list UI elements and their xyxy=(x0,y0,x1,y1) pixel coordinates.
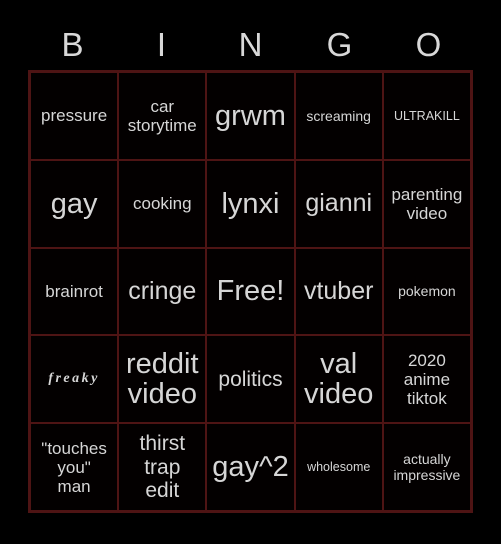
bingo-cell-label: screaming xyxy=(306,107,371,124)
bingo-header: B I N G O xyxy=(28,22,473,68)
bingo-cell[interactable]: pressure xyxy=(30,72,119,160)
bingo-cell-label: wholesome xyxy=(307,459,371,474)
bingo-cell-label: lynxi xyxy=(221,187,280,220)
bingo-cell-label: car storytime xyxy=(127,96,197,135)
bingo-cell[interactable]: gianni xyxy=(294,159,383,248)
bingo-cell-label: cringe xyxy=(128,277,197,306)
bingo-cell-label: pokemon xyxy=(398,283,456,300)
bingo-cell-label: freaky xyxy=(48,371,100,387)
bingo-card: B I N G O pressure car storytime grwm scream… xyxy=(0,0,501,544)
bingo-cell-label: grwm xyxy=(215,99,286,132)
bingo-cell-label: ULTRAKILL xyxy=(394,108,460,123)
header-letter-o: O xyxy=(415,26,442,63)
bingo-cell-label: cooking xyxy=(132,194,192,214)
bingo-cell[interactable]: 2020 anime tiktok xyxy=(382,335,471,424)
bingo-cell-label: vtuber xyxy=(303,277,374,306)
bingo-cell[interactable]: Free! xyxy=(206,247,295,336)
bingo-cell[interactable]: gay xyxy=(30,159,119,248)
bingo-cell-label: reddit video xyxy=(126,348,199,411)
bingo-cell-label: gay^2 xyxy=(212,451,289,484)
bingo-cell[interactable]: thirst trap edit xyxy=(118,423,207,511)
bingo-grid: pressure car storytime grwm screaming ULTRAKI… xyxy=(28,70,473,513)
bingo-cell[interactable]: val video xyxy=(294,335,383,424)
bingo-cell-label: gay xyxy=(50,187,98,220)
bingo-cell[interactable]: gay^2 xyxy=(206,423,295,511)
bingo-cell[interactable]: cooking xyxy=(118,159,207,248)
bingo-cell-label: val video xyxy=(304,348,374,411)
bingo-cell[interactable]: car storytime xyxy=(118,72,207,160)
bingo-cell-label: politics xyxy=(218,367,283,391)
bingo-cell-label: thirst trap edit xyxy=(139,432,186,502)
bingo-cell-label: actually impressive xyxy=(393,451,461,484)
header-letter-n: N xyxy=(238,26,263,63)
bingo-cell[interactable]: reddit video xyxy=(118,335,207,424)
bingo-cell[interactable]: brainrot xyxy=(30,247,119,336)
bingo-cell-label: parenting video xyxy=(391,184,463,223)
header-letter-g: G xyxy=(326,26,353,63)
bingo-cell-label: brainrot xyxy=(45,281,103,301)
header-letter-b: B xyxy=(61,26,84,63)
bingo-cell-label: pressure xyxy=(41,106,108,126)
bingo-cell-label: Free! xyxy=(216,275,285,308)
bingo-cell[interactable]: "touches you" man xyxy=(30,423,119,511)
bingo-cell[interactable]: actually impressive xyxy=(382,423,471,511)
bingo-cell-label: gianni xyxy=(305,189,373,218)
bingo-cell[interactable]: wholesome xyxy=(294,423,383,511)
bingo-cell[interactable]: vtuber xyxy=(294,247,383,336)
bingo-cell-label: "touches you" man xyxy=(41,438,107,496)
bingo-cell-label: 2020 anime tiktok xyxy=(403,350,451,408)
bingo-cell[interactable]: freaky xyxy=(30,335,119,424)
bingo-cell[interactable]: pokemon xyxy=(382,247,471,336)
bingo-cell[interactable]: parenting video xyxy=(382,159,471,248)
bingo-cell[interactable]: ULTRAKILL xyxy=(382,72,471,160)
bingo-cell[interactable]: politics xyxy=(206,335,295,424)
bingo-cell[interactable]: cringe xyxy=(118,247,207,336)
header-letter-i: I xyxy=(156,26,167,63)
bingo-cell[interactable]: lynxi xyxy=(206,159,295,248)
bingo-cell[interactable]: grwm xyxy=(206,72,295,160)
bingo-cell[interactable]: screaming xyxy=(294,72,383,160)
